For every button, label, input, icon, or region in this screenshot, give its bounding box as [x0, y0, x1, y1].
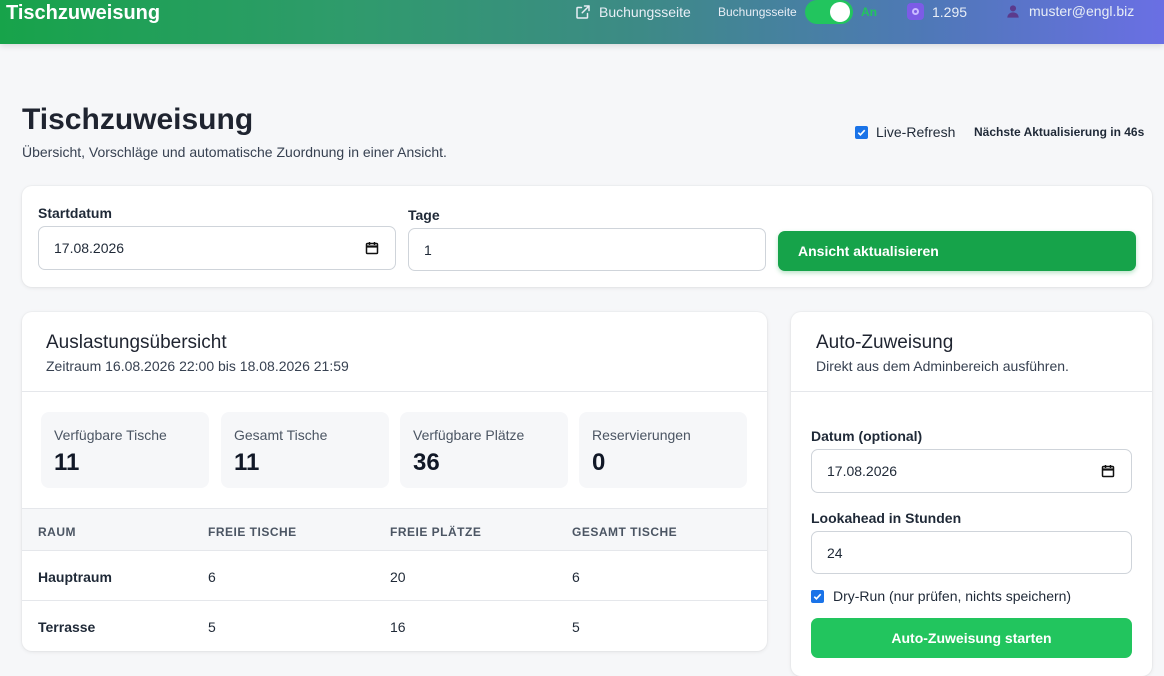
auto-date-value: 17.08.2026: [827, 463, 898, 479]
calendar-icon[interactable]: [1101, 464, 1115, 478]
cell-total-tables: 5: [572, 619, 580, 635]
refresh-view-button[interactable]: Ansicht aktualisieren: [778, 231, 1136, 271]
live-refresh-label: Live-Refresh: [876, 124, 956, 140]
check-icon: [813, 593, 822, 600]
auto-date-input[interactable]: 17.08.2026: [811, 449, 1132, 493]
stat-value: 11: [54, 449, 80, 476]
stat-value: 11: [234, 449, 260, 476]
check-icon: [857, 129, 866, 136]
coin-icon: [907, 3, 924, 20]
stat-value: 36: [413, 449, 440, 476]
auto-assign-card: Auto-Zuweisung Direkt aus dem Adminberei…: [791, 312, 1152, 676]
booking-toggle-label: Buchungsseite: [718, 5, 797, 19]
dry-run-option[interactable]: Dry-Run (nur prüfen, nichts speichern): [811, 588, 1071, 604]
user-icon: [1007, 5, 1019, 18]
start-auto-assign-button[interactable]: Auto-Zuweisung starten: [811, 618, 1132, 658]
lookahead-input[interactable]: 24: [811, 531, 1132, 574]
days-value: 1: [424, 241, 432, 258]
live-refresh-toggle[interactable]: Live-Refresh: [855, 124, 955, 140]
booking-page-link[interactable]: Buchungsseite: [574, 3, 691, 21]
cell-total-tables: 6: [572, 569, 580, 585]
column-header-total-tables[interactable]: GESAMT TISCHE: [572, 525, 677, 539]
start-date-value: 17.08.2026: [54, 240, 125, 256]
booking-page-toggle[interactable]: [805, 0, 853, 24]
auto-assign-title: Auto-Zuweisung: [816, 332, 954, 353]
brand-title[interactable]: Tischzuweisung: [6, 2, 160, 25]
live-refresh-checkbox[interactable]: [855, 125, 868, 139]
stat-label: Reservierungen: [592, 427, 691, 443]
toggle-knob: [830, 2, 850, 22]
start-date-input[interactable]: 17.08.2026: [38, 226, 396, 270]
credits-display[interactable]: 1.295: [907, 3, 967, 20]
days-label: Tage: [408, 207, 440, 223]
stat-label: Verfügbare Plätze: [413, 427, 525, 443]
user-menu[interactable]: muster@engl.biz: [1006, 3, 1134, 19]
cell-free-seats: 20: [390, 569, 406, 585]
days-input[interactable]: 1: [408, 228, 766, 271]
date-optional-label: Datum (optional): [811, 428, 923, 444]
stat-available-tables: Verfügbare Tische 11: [41, 412, 209, 488]
cell-free-tables: 5: [208, 619, 216, 635]
external-link-icon: [576, 5, 590, 19]
cell-room: Hauptraum: [38, 569, 112, 585]
filter-card: Startdatum 17.08.2026 Tage 1 Ansicht akt…: [22, 186, 1152, 287]
dry-run-checkbox[interactable]: [811, 589, 824, 603]
column-header-free-tables[interactable]: FREIE TISCHE: [208, 525, 297, 539]
cell-free-seats: 16: [390, 619, 406, 635]
utilization-period: Zeitraum 16.08.2026 22:00 bis 18.08.2026…: [46, 358, 349, 374]
stat-reservations: Reservierungen 0: [579, 412, 747, 488]
auto-assign-subtitle: Direkt aus dem Adminbereich ausführen.: [816, 358, 1069, 374]
next-refresh-countdown: Nächste Aktualisierung in 46s: [974, 125, 1145, 139]
calendar-icon[interactable]: [365, 241, 379, 255]
lookahead-label: Lookahead in Stunden: [811, 510, 962, 526]
table-row: Hauptraum 6 20 6: [22, 551, 767, 601]
table-row: Terrasse 5 16 5: [22, 601, 767, 651]
divider: [22, 391, 767, 392]
cell-free-tables: 6: [208, 569, 216, 585]
credits-value: 1.295: [932, 3, 968, 20]
utilization-title: Auslastungsübersicht: [46, 332, 227, 353]
utilization-card: Auslastungsübersicht Zeitraum 16.08.2026…: [22, 312, 767, 651]
column-header-room[interactable]: RAUM: [38, 525, 76, 539]
divider: [791, 391, 1152, 392]
toggle-state-text: An: [861, 5, 877, 19]
stat-label: Verfügbare Tische: [54, 427, 167, 443]
stat-available-seats: Verfügbare Plätze 36: [400, 412, 568, 488]
start-date-label: Startdatum: [38, 205, 112, 221]
lookahead-value: 24: [827, 544, 843, 561]
stat-value: 0: [592, 449, 606, 476]
top-bar: Tischzuweisung Buchungsseite Buchungssei…: [0, 0, 1164, 44]
column-header-free-seats[interactable]: FREIE PLÄTZE: [390, 525, 481, 539]
cell-room: Terrasse: [38, 619, 96, 635]
booking-page-link-label: Buchungsseite: [599, 4, 691, 20]
user-email: muster@engl.biz: [1029, 3, 1135, 19]
dry-run-label: Dry-Run (nur prüfen, nichts speichern): [833, 588, 1072, 604]
page-subtitle: Übersicht, Vorschläge und automatische Z…: [22, 144, 447, 160]
page-title: Tischzuweisung: [22, 103, 254, 136]
stat-label: Gesamt Tische: [234, 427, 328, 443]
table-header: RAUM FREIE TISCHE FREIE PLÄTZE GESAMT TI…: [22, 508, 767, 551]
stat-total-tables: Gesamt Tische 11: [221, 412, 389, 488]
